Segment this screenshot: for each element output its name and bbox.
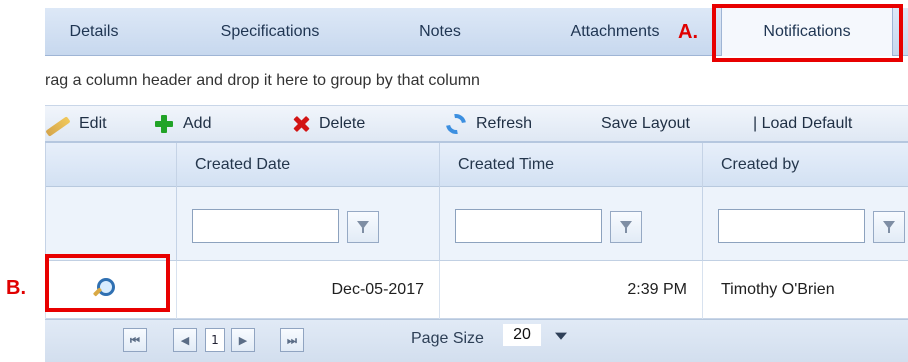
refresh-label: Refresh (476, 115, 533, 132)
action-column-header (45, 143, 176, 187)
group-by-drop-zone[interactable]: rag a column header and drop it here to … (45, 56, 908, 106)
callout-a-label: A. (678, 21, 698, 43)
page-size-value: 20 (513, 326, 531, 343)
add-button[interactable]: Add (155, 106, 211, 142)
first-page-button[interactable]: ⏮ (123, 328, 147, 352)
created-time-header[interactable]: Created Time (439, 143, 702, 187)
delete-x-icon (293, 116, 309, 132)
tab-label: Notifications (763, 23, 851, 40)
created-date-cell: Dec-05-2017 (176, 261, 439, 319)
last-page-icon: ⏭ (287, 333, 297, 347)
load-default-button[interactable]: | Load Default (753, 106, 852, 142)
group-by-hint: rag a column header and drop it here to … (45, 71, 480, 89)
current-page-button[interactable]: 1 (205, 328, 225, 352)
delete-button[interactable]: Delete (293, 106, 365, 142)
tab-label: Notes (419, 23, 461, 40)
created-by-filter-button[interactable] (873, 211, 905, 243)
refresh-button[interactable]: Refresh (442, 106, 533, 142)
filter-icon (357, 221, 369, 233)
tab-label: Details (69, 23, 119, 40)
created-time-cell: 2:39 PM (439, 261, 702, 319)
column-header-label: Created by (721, 156, 800, 173)
save-layout-button[interactable]: Save Layout (601, 106, 690, 142)
next-page-icon: ▶ (238, 333, 248, 347)
column-header-label: Created Date (195, 156, 291, 173)
created-date-value: Dec-05-2017 (331, 281, 425, 298)
next-page-button[interactable]: ▶ (231, 328, 255, 352)
created-by-cell: Timothy O'Brien (702, 261, 908, 319)
pager-bar: ⏮ ◀ 1 ▶ ⏭ Page Size 20 (45, 319, 908, 362)
page-size-select[interactable]: 20 (503, 324, 541, 346)
created-time-value: 2:39 PM (627, 281, 687, 298)
created-by-filter-cell (702, 187, 908, 261)
delete-label: Delete (319, 115, 366, 132)
magnifier-icon[interactable] (92, 278, 115, 298)
created-by-filter-input[interactable] (718, 209, 865, 243)
created-by-header[interactable]: Created by (702, 143, 908, 187)
previous-page-button[interactable]: ◀ (173, 328, 197, 352)
tab-details[interactable]: Details (49, 8, 139, 56)
current-page-number: 1 (211, 333, 219, 347)
created-date-header[interactable]: Created Date (176, 143, 439, 187)
chevron-down-icon[interactable] (555, 332, 567, 340)
save-layout-label: Save Layout (601, 115, 690, 132)
plus-icon (155, 115, 173, 133)
notifications-grid: Created Date Created Time Created by Dec… (45, 142, 908, 362)
add-label: Add (183, 115, 212, 132)
tab-notes[interactable]: Notes (410, 8, 470, 56)
filter-row (45, 187, 908, 261)
created-time-filter-input[interactable] (455, 209, 602, 243)
tab-strip: Details Specifications Notes Attachments… (45, 8, 908, 56)
grid-header-row: Created Date Created Time Created by (45, 143, 908, 187)
created-date-filter-input[interactable] (192, 209, 339, 243)
created-time-filter-cell (439, 187, 702, 261)
filter-icon (883, 221, 895, 233)
created-time-filter-button[interactable] (610, 211, 642, 243)
load-default-label: | Load Default (753, 115, 853, 132)
tab-label: Attachments (570, 23, 660, 40)
tab-specifications[interactable]: Specifications (195, 8, 345, 56)
grid-toolbar: Edit Add Delete Refresh Save Layout | Lo… (45, 106, 908, 142)
tab-attachments[interactable]: Attachments (550, 8, 680, 56)
filter-icon (620, 221, 632, 233)
refresh-icon (442, 110, 470, 138)
created-date-filter-cell (176, 187, 439, 261)
callout-b-label: B. (6, 277, 26, 299)
view-cell[interactable] (45, 261, 176, 319)
tab-notifications[interactable]: Notifications (721, 8, 893, 56)
edit-label: Edit (79, 115, 107, 132)
table-row[interactable]: Dec-05-2017 2:39 PM Timothy O'Brien (45, 261, 908, 319)
page-size-label: Page Size (411, 330, 484, 347)
first-page-icon: ⏮ (130, 333, 140, 347)
pencil-icon (45, 115, 69, 133)
last-page-button[interactable]: ⏭ (280, 328, 304, 352)
screenshot-stage: Details Specifications Notes Attachments… (0, 0, 908, 362)
previous-page-icon: ◀ (180, 333, 190, 347)
created-date-filter-button[interactable] (347, 211, 379, 243)
tab-label: Specifications (220, 23, 320, 40)
filter-cell-empty (45, 187, 176, 261)
created-by-value: Timothy O'Brien (721, 281, 835, 298)
record-panel: Details Specifications Notes Attachments… (45, 8, 908, 362)
edit-button[interactable]: Edit (45, 106, 107, 142)
column-header-label: Created Time (458, 156, 555, 173)
